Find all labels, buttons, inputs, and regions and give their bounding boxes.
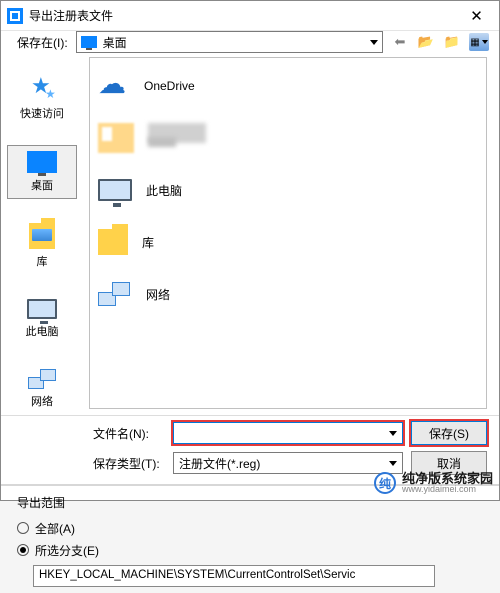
branch-path-input[interactable]: HKEY_LOCAL_MACHINE\SYSTEM\CurrentControl… [33, 565, 435, 587]
export-registry-dialog: 导出注册表文件 ✕ 保存在(I): 桌面 ⬅ 📂 📁 ▦ 快速访问 桌面 [0, 0, 500, 501]
scope-all-radio[interactable]: 全部(A) [17, 517, 483, 539]
place-quick-access[interactable]: 快速访问 [7, 69, 77, 127]
save-button[interactable]: 保存(S) [411, 421, 487, 445]
window-title: 导出注册表文件 [29, 7, 454, 24]
list-item[interactable]: 库 [98, 222, 478, 262]
library-icon [29, 223, 55, 249]
onedrive-icon [98, 75, 130, 97]
filetype-combo[interactable]: 注册文件(*.reg) [173, 452, 403, 474]
filename-label: 文件名(N): [93, 425, 165, 442]
place-network[interactable]: 网络 [7, 363, 77, 415]
watermark-url: www.yidaimei.com [402, 485, 493, 494]
place-library[interactable]: 库 [7, 217, 77, 275]
filetype-label: 保存类型(T): [93, 455, 165, 472]
places-bar: 快速访问 桌面 库 此电脑 网络 [1, 53, 83, 415]
place-this-pc[interactable]: 此电脑 [7, 293, 77, 345]
save-in-combo[interactable]: 桌面 [76, 31, 383, 53]
this-pc-icon [27, 299, 57, 319]
scope-branch-radio[interactable]: 所选分支(E) [17, 539, 483, 561]
dialog-body: 快速访问 桌面 库 此电脑 网络 OneDrive [1, 53, 499, 416]
place-label: 库 [37, 253, 48, 269]
radio-icon [17, 522, 29, 534]
network-icon [28, 369, 56, 389]
chevron-down-icon [370, 40, 378, 45]
radio-label: 所选分支(E) [35, 542, 99, 559]
list-item[interactable]: OneDrive [98, 66, 478, 106]
quick-access-icon [29, 75, 55, 101]
up-folder-icon[interactable]: 📂 [417, 33, 435, 51]
list-item[interactable]: 网络 [98, 274, 478, 314]
place-label: 此电脑 [26, 323, 59, 339]
regedit-icon [7, 8, 23, 24]
file-list[interactable]: OneDrive 此电脑 库 网络 [89, 57, 487, 409]
redacted-label [148, 123, 206, 153]
desktop-icon [81, 36, 97, 48]
radio-icon [17, 544, 29, 556]
watermark-logo-icon: 纯 [374, 472, 396, 494]
folder-icon [98, 123, 134, 153]
library-icon [98, 229, 128, 255]
desktop-icon [27, 151, 57, 173]
new-folder-icon[interactable]: 📁 [443, 33, 461, 51]
watermark: 纯 纯净版系统家园 www.yidaimei.com [374, 472, 493, 494]
place-label: 桌面 [31, 177, 53, 193]
filename-input[interactable] [173, 422, 403, 444]
save-in-value: 桌面 [103, 34, 127, 51]
item-label: 此电脑 [146, 182, 182, 199]
view-mode-button[interactable]: ▦ [469, 33, 489, 51]
branch-path-value: HKEY_LOCAL_MACHINE\SYSTEM\CurrentControl… [39, 569, 355, 581]
titlebar: 导出注册表文件 ✕ [1, 1, 499, 31]
scope-title: 导出范围 [17, 494, 483, 511]
close-button[interactable]: ✕ [454, 1, 499, 31]
item-label: 网络 [146, 286, 170, 303]
save-in-row: 保存在(I): 桌面 ⬅ 📂 📁 ▦ [1, 31, 499, 53]
place-label: 快速访问 [20, 105, 64, 121]
place-label: 网络 [31, 393, 53, 409]
export-scope-group: 导出范围 全部(A) 所选分支(E) HKEY_LOCAL_MACHINE\SY… [1, 484, 499, 593]
item-label: 库 [142, 234, 154, 251]
list-item[interactable]: 此电脑 [98, 170, 478, 210]
item-label: OneDrive [144, 79, 195, 93]
list-item[interactable] [98, 118, 478, 158]
network-icon [98, 282, 132, 306]
filetype-value: 注册文件(*.reg) [179, 455, 260, 472]
radio-label: 全部(A) [35, 520, 75, 537]
chevron-down-icon [389, 431, 397, 436]
place-desktop[interactable]: 桌面 [7, 145, 77, 199]
chevron-down-icon [389, 461, 397, 466]
toolbar-icons: ⬅ 📂 📁 ▦ [391, 33, 489, 51]
back-icon[interactable]: ⬅ [391, 33, 409, 51]
this-pc-icon [98, 179, 132, 201]
save-in-label: 保存在(I): [17, 34, 68, 51]
